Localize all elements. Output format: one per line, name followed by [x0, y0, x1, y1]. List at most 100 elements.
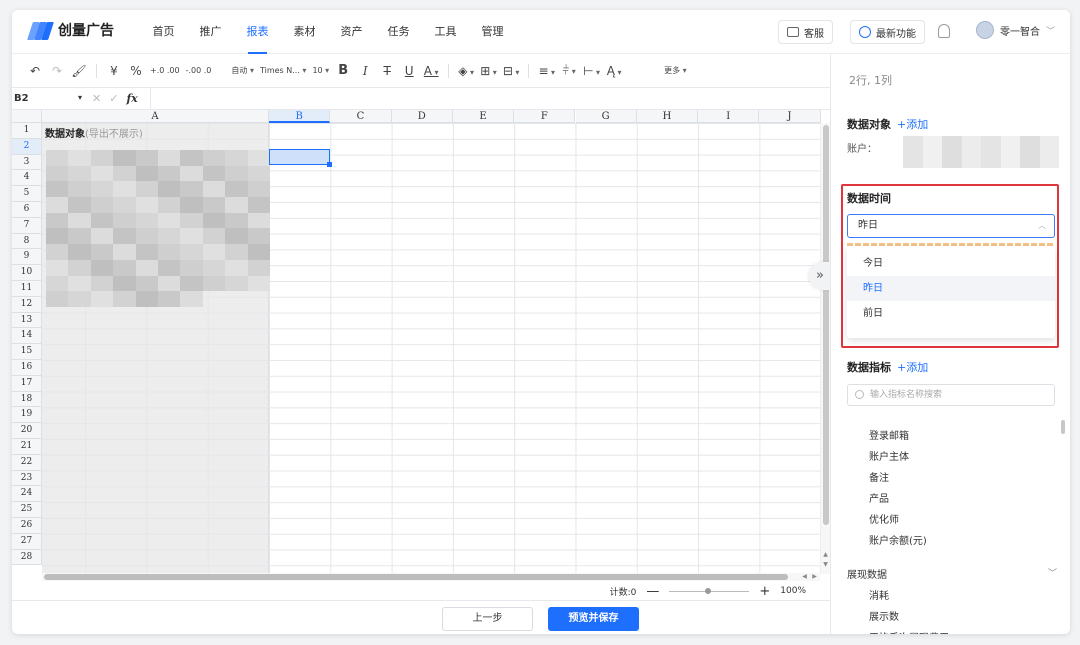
name-box[interactable]: B2 ▾: [12, 93, 86, 104]
more-button[interactable]: 更多: [661, 65, 690, 76]
column-header[interactable]: E: [452, 110, 515, 123]
font-family-select[interactable]: Times N...: [257, 66, 309, 75]
row-header[interactable]: 12: [12, 296, 42, 313]
column-header[interactable]: G: [575, 110, 637, 123]
brand-logo[interactable]: 创量广告: [27, 20, 114, 40]
nav-item[interactable]: 管理: [469, 10, 516, 54]
bell-icon[interactable]: [938, 24, 950, 38]
row-header[interactable]: 1: [12, 123, 42, 139]
strikethrough-button[interactable]: T: [376, 64, 398, 78]
column-header[interactable]: A: [42, 110, 269, 123]
nav-item[interactable]: 推广: [187, 10, 234, 54]
metric-item[interactable]: 产品: [869, 489, 927, 510]
add-metric-button[interactable]: +添加: [897, 361, 928, 374]
column-header[interactable]: C: [330, 110, 392, 123]
column-header[interactable]: B: [269, 110, 331, 123]
select-all-corner[interactable]: [12, 110, 42, 123]
selected-cell-b2[interactable]: [269, 149, 332, 167]
row-header[interactable]: 4: [12, 170, 42, 187]
row-header[interactable]: 9: [12, 249, 42, 266]
column-header[interactable]: H: [636, 110, 699, 123]
preview-save-button[interactable]: 预览并保存: [548, 607, 639, 631]
row-header[interactable]: 17: [12, 375, 42, 392]
zoom-in-icon[interactable]: +: [759, 584, 770, 599]
row-header[interactable]: 23: [12, 470, 42, 487]
row-header[interactable]: 6: [12, 202, 42, 218]
row-header[interactable]: 22: [12, 454, 42, 471]
decrease-decimal-button[interactable]: -.00 .0: [183, 66, 215, 75]
underline-button[interactable]: U: [398, 64, 420, 78]
panel-scrollbar[interactable]: [1061, 420, 1065, 434]
row-header[interactable]: 18: [12, 391, 42, 408]
format-painter-icon[interactable]: 🖌︎: [68, 64, 90, 78]
formula-input[interactable]: [149, 87, 830, 110]
column-header[interactable]: J: [759, 110, 821, 123]
row-header[interactable]: 27: [12, 533, 42, 550]
percent-format-button[interactable]: %: [125, 64, 147, 78]
nav-item[interactable]: 工具: [422, 10, 469, 54]
row-header[interactable]: 20: [12, 423, 42, 439]
row-header[interactable]: 25: [12, 502, 42, 518]
metric-search-input[interactable]: 输入指标名称搜索: [847, 384, 1055, 406]
row-header[interactable]: 21: [12, 439, 42, 455]
row-header[interactable]: 15: [12, 344, 42, 360]
time-option[interactable]: 今日: [847, 251, 1055, 276]
text-rotate-icon[interactable]: Ą: [603, 64, 625, 78]
metric-item[interactable]: 优化师: [869, 510, 927, 531]
metric-item[interactable]: 展示数: [869, 607, 949, 628]
scrollbar-thumb[interactable]: [44, 574, 788, 580]
column-header[interactable]: F: [514, 110, 576, 123]
row-header[interactable]: 26: [12, 518, 42, 534]
function-icon[interactable]: fx: [126, 92, 137, 105]
merge-cells-icon[interactable]: ⊟: [500, 64, 523, 78]
time-option[interactable]: 昨日: [847, 276, 1055, 301]
horizontal-align-icon[interactable]: ≡: [535, 64, 558, 78]
spreadsheet-grid[interactable]: ABCDEFGHIJ 1 2 3 4 5 6 7 8 9 10 11 12 13 14 15 16 17 18 19…: [12, 110, 830, 574]
metric-item[interactable]: 账户余额(元): [869, 531, 927, 552]
metric-item[interactable]: 消耗: [869, 586, 949, 607]
bold-button[interactable]: B: [332, 63, 354, 78]
row-header[interactable]: 3: [12, 154, 42, 171]
cell-a1[interactable]: 数据对象(导出不展示): [45, 125, 143, 140]
cancel-icon[interactable]: ✕: [92, 92, 101, 105]
add-data-object-button[interactable]: +添加: [897, 118, 928, 131]
fill-color-icon[interactable]: ◈: [455, 64, 477, 78]
font-color-button[interactable]: A: [420, 64, 442, 78]
vertical-scrollbar[interactable]: ▲ ▼: [820, 123, 830, 574]
row-header[interactable]: 8: [12, 233, 42, 250]
nav-item[interactable]: 素材: [281, 10, 328, 54]
row-header[interactable]: 10: [12, 265, 42, 281]
redo-icon[interactable]: ↷: [46, 64, 68, 78]
zoom-out-icon[interactable]: —: [646, 584, 659, 599]
italic-button[interactable]: I: [354, 64, 376, 78]
data-time-select[interactable]: 昨日 ︿: [847, 214, 1055, 238]
collapse-panel-icon[interactable]: »: [809, 262, 831, 290]
metric-item[interactable]: 平均千次展现费用: [869, 628, 949, 634]
zoom-slider[interactable]: [669, 587, 750, 594]
metric-item[interactable]: 账户主体: [869, 447, 927, 468]
text-wrap-icon[interactable]: ⊢: [580, 64, 603, 78]
metric-item[interactable]: 备注: [869, 468, 927, 489]
row-header[interactable]: 28: [12, 549, 42, 566]
nav-item[interactable]: 资产: [328, 10, 375, 54]
confirm-icon[interactable]: ✓: [109, 92, 118, 105]
number-format-select[interactable]: 自动: [228, 65, 257, 76]
customer-service-button[interactable]: 客服: [778, 20, 833, 44]
nav-item[interactable]: 首页: [140, 10, 187, 54]
scroll-down-icon[interactable]: ▼: [821, 561, 830, 569]
row-header[interactable]: 16: [12, 360, 42, 376]
zoom-slider-handle[interactable]: [705, 587, 712, 594]
vertical-align-icon[interactable]: ⫩: [558, 63, 580, 78]
horizontal-scrollbar[interactable]: ◀ ▶: [42, 573, 820, 581]
scrollbar-thumb[interactable]: [823, 125, 829, 525]
undo-icon[interactable]: ↶: [24, 64, 46, 78]
time-option[interactable]: 前日: [847, 301, 1055, 326]
nav-item[interactable]: 报表: [234, 10, 281, 54]
previous-step-button[interactable]: 上一步: [442, 607, 533, 631]
row-header[interactable]: 11: [12, 281, 42, 297]
new-features-button[interactable]: 最新功能: [850, 20, 925, 44]
scroll-up-icon[interactable]: ▲: [821, 551, 830, 559]
row-header[interactable]: 19: [12, 407, 42, 424]
user-menu[interactable]: 零一智合 ﹀: [976, 21, 1055, 39]
column-header[interactable]: I: [698, 110, 760, 123]
